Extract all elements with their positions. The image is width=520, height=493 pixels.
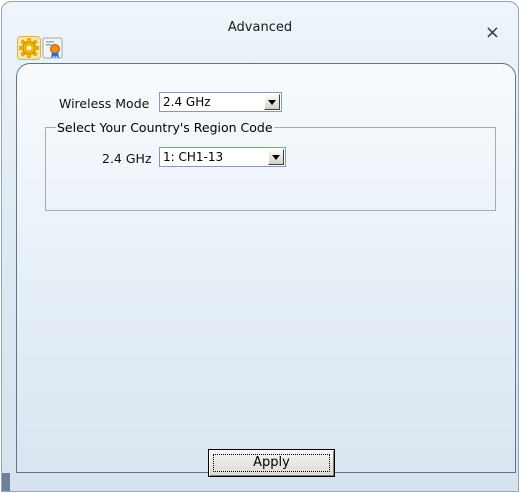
gear-icon <box>19 38 39 58</box>
wireless-mode-select[interactable]: 2.4 GHz <box>159 92 282 112</box>
band-label: 2.4 GHz <box>102 151 152 166</box>
apply-button[interactable]: Apply <box>208 449 335 477</box>
tab-certificate[interactable] <box>41 36 65 60</box>
advanced-dialog: Advanced × Wireless Mode 2.4 GHz Select … <box>1 1 519 492</box>
apply-button-label: Apply <box>253 455 290 470</box>
region-code-value: 1: CH1-13 <box>163 150 224 164</box>
chevron-down-icon[interactable] <box>268 149 284 165</box>
tab-gear[interactable] <box>17 36 41 60</box>
chevron-down-icon[interactable] <box>264 94 280 110</box>
resize-edge <box>2 473 10 491</box>
wireless-mode-value: 2.4 GHz <box>163 95 211 109</box>
close-icon[interactable]: × <box>485 24 500 42</box>
certificate-badge-icon <box>42 37 63 59</box>
wireless-mode-label: Wireless Mode <box>59 96 150 111</box>
region-code-group <box>45 127 496 211</box>
region-code-select[interactable]: 1: CH1-13 <box>159 147 286 167</box>
dialog-title: Advanced <box>227 20 293 35</box>
region-code-group-label: Select Your Country's Region Code <box>56 120 274 135</box>
